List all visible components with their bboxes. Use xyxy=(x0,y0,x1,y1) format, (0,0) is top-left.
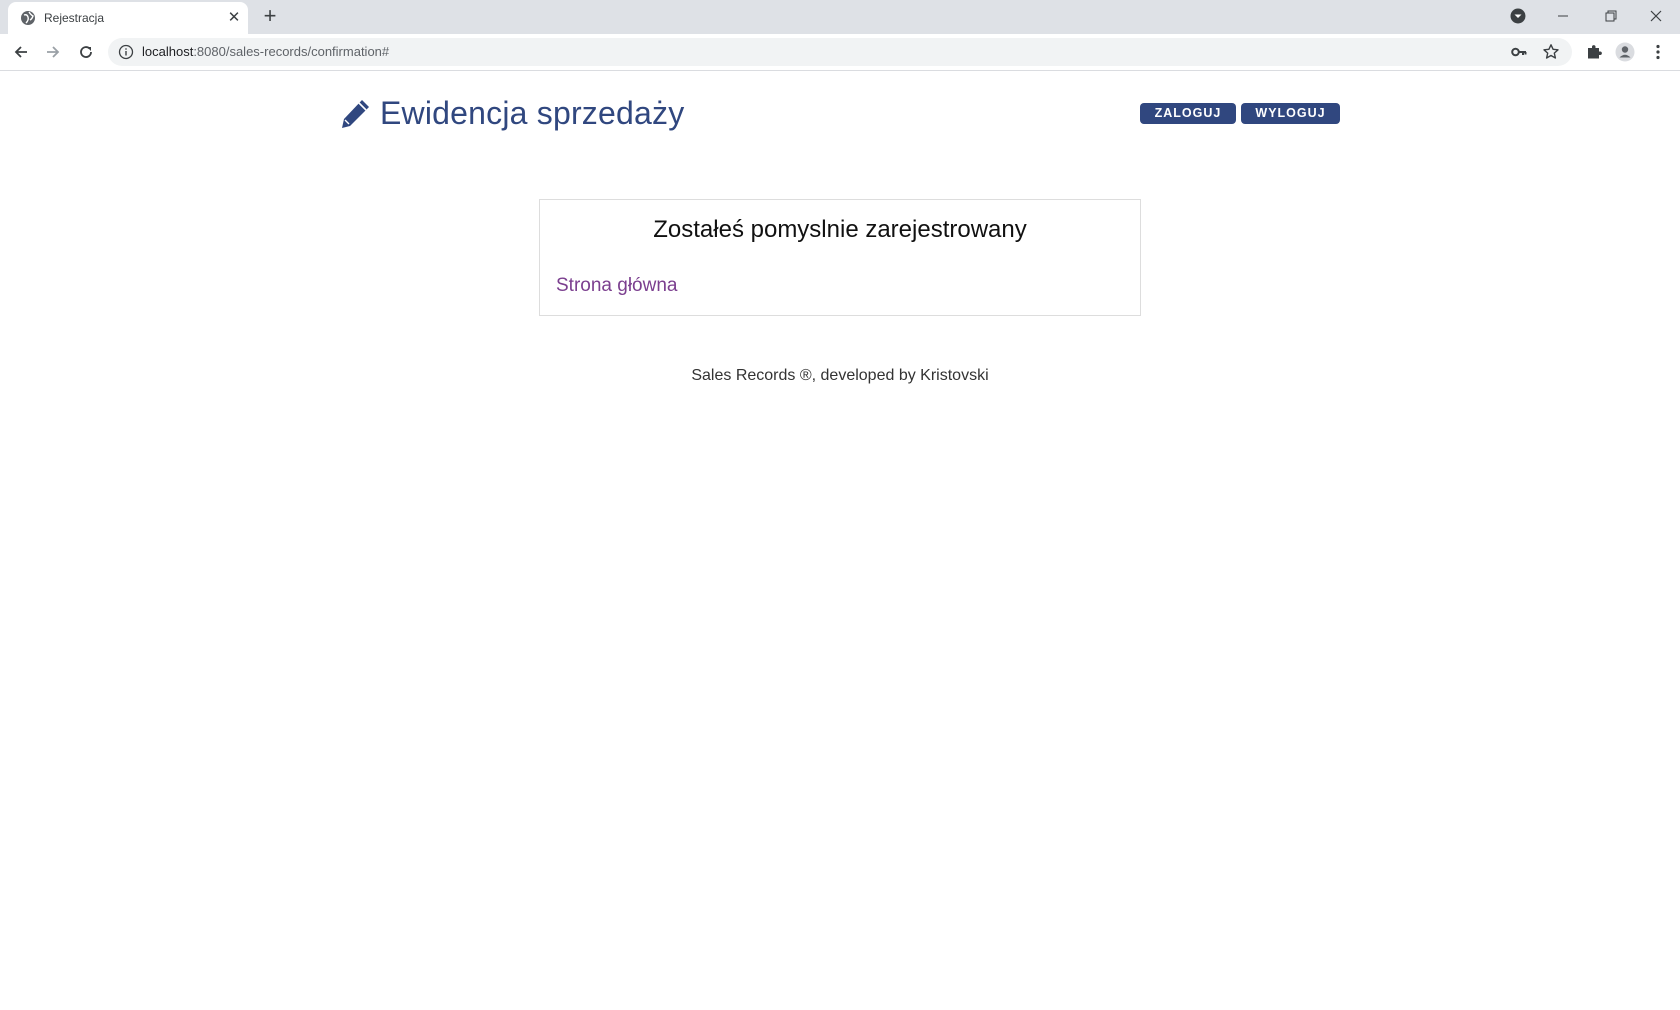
extensions-icon[interactable] xyxy=(1584,42,1604,62)
minimize-icon[interactable] xyxy=(1549,4,1577,28)
reload-icon[interactable] xyxy=(76,42,96,62)
brand[interactable]: Ewidencja sprzedaży xyxy=(338,95,684,132)
login-button[interactable]: ZALOGUJ xyxy=(1140,103,1236,124)
confirmation-card: Zostałeś pomyslnie zarejestrowany Strona… xyxy=(539,199,1141,316)
forward-arrow-icon[interactable] xyxy=(43,42,63,62)
close-tab-icon[interactable]: ✕ xyxy=(226,10,242,26)
browser-tab[interactable]: Rejestracja ✕ xyxy=(8,2,248,34)
profile-avatar-icon[interactable] xyxy=(1615,42,1635,62)
url-text: localhost:8080/sales-records/confirmatio… xyxy=(142,44,390,59)
new-tab-icon[interactable]: + xyxy=(260,5,280,27)
auth-buttons: ZALOGUJ WYLOGUJ xyxy=(1140,103,1340,124)
more-menu-icon[interactable] xyxy=(1648,42,1668,62)
browser-tab-strip: Rejestracja ✕ + xyxy=(0,0,1680,34)
tab-search-icon[interactable] xyxy=(1509,7,1527,25)
key-icon[interactable] xyxy=(1510,43,1528,61)
browser-toolbar: localhost:8080/sales-records/confirmatio… xyxy=(0,34,1680,71)
logout-button[interactable]: WYLOGUJ xyxy=(1241,103,1340,124)
home-link[interactable]: Strona główna xyxy=(556,275,677,297)
footer-text: Sales Records ®, developed by Kristovski xyxy=(691,367,989,384)
pencil-icon xyxy=(342,99,369,128)
back-arrow-icon[interactable] xyxy=(11,42,31,62)
page-content: Ewidencja sprzedaży ZALOGUJ WYLOGUJ Zost… xyxy=(0,71,1680,1010)
star-icon[interactable] xyxy=(1542,43,1560,61)
info-icon[interactable] xyxy=(118,44,134,60)
confirmation-message: Zostałeś pomyslnie zarejestrowany xyxy=(653,216,1027,243)
address-bar[interactable]: localhost:8080/sales-records/confirmatio… xyxy=(108,38,1572,66)
page-title: Ewidencja sprzedaży xyxy=(380,95,685,131)
globe-icon xyxy=(21,11,35,25)
restore-icon[interactable] xyxy=(1596,4,1624,28)
window-close-icon[interactable] xyxy=(1642,4,1670,28)
tab-title: Rejestracja xyxy=(44,11,105,25)
